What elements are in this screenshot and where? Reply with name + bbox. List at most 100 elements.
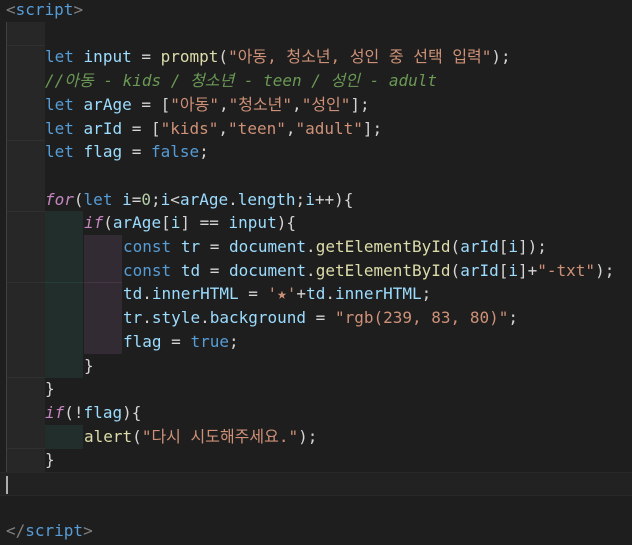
code-token: document: [228, 237, 307, 256]
code-token: document: [228, 260, 307, 280]
indent-guide: [6, 92, 45, 117]
code-token: =: [200, 237, 229, 256]
code-text: <script>: [6, 0, 83, 22]
indent-guide: [6, 400, 45, 425]
code-line[interactable]: }: [0, 448, 632, 473]
code-token: }: [45, 379, 55, 399]
code-token: .: [200, 308, 210, 328]
code-token: background: [209, 308, 307, 328]
code-token: let: [45, 118, 74, 138]
indent-guide: [6, 21, 45, 46]
code-text: if(!flag){: [45, 401, 141, 425]
code-token: ] ==: [180, 213, 229, 233]
code-token: td: [180, 260, 201, 280]
code-token: arAge: [83, 94, 132, 114]
code-token: .: [142, 308, 152, 328]
code-token: ,: [218, 94, 229, 114]
code-token: =: [122, 142, 151, 162]
code-token: ]);: [518, 237, 547, 256]
code-text: if(arAge[i] == input){: [84, 211, 296, 235]
code-token: flag: [83, 142, 123, 162]
code-token: if: [84, 213, 104, 233]
indent-guide: [84, 306, 122, 331]
code-token: let: [83, 189, 113, 209]
code-line[interactable]: let arId = ["kids","teen","adult"];: [0, 116, 632, 141]
code-line[interactable]: if(arAge[i] == input){: [0, 211, 632, 236]
code-line[interactable]: }: [0, 377, 632, 402]
code-token: ;: [421, 284, 432, 304]
code-token: !: [73, 402, 84, 422]
code-token: .: [228, 189, 238, 209]
code-token: );: [595, 260, 615, 280]
code-token: for: [45, 189, 74, 209]
code-line[interactable]: flag = true;: [0, 329, 632, 354]
code-token: script: [15, 0, 74, 19]
code-token: = [: [122, 118, 161, 138]
code-token: innerHTML: [151, 284, 239, 304]
code-token: let: [45, 94, 74, 114]
indent-guide: [6, 377, 45, 402]
code-token: }: [45, 450, 55, 470]
code-text: td.innerHTML = '★'+td.innerHTML;: [123, 282, 431, 306]
code-token: .: [142, 284, 152, 304]
code-token: 0: [141, 189, 152, 209]
code-token: getElementById: [315, 260, 451, 280]
indent-guide: [84, 282, 122, 307]
code-token: script: [25, 521, 84, 541]
code-text: </script>: [6, 519, 93, 543]
code-token: "다시 시도해주세요.": [141, 426, 299, 446]
indent-guide: [6, 45, 45, 70]
indent-guide: [45, 258, 83, 283]
code-token: prompt: [160, 47, 219, 67]
active-line-highlight: [0, 472, 632, 496]
code-token: let: [45, 142, 74, 162]
code-text: for(let i=0;i<arAge.length;i++){: [45, 188, 353, 212]
code-token: ){: [276, 213, 296, 233]
code-line[interactable]: for(let i=0;i<arAge.length;i++){: [0, 187, 632, 212]
indent-guide: [6, 258, 45, 283]
code-token: ];: [350, 94, 370, 114]
code-line[interactable]: let input = prompt("아동, 청소년, 성인 중 선택 입력"…: [0, 45, 632, 70]
code-token: "rgb(239, 83, 80)": [334, 308, 509, 328]
indent-guide: [45, 282, 83, 307]
code-token: (: [73, 189, 84, 209]
code-token: //아동 - kids / 청소년 - teen / 성인 - adult: [45, 71, 438, 91]
code-line[interactable]: [0, 21, 632, 46]
code-token: i: [160, 189, 171, 209]
code-token: ;: [151, 189, 161, 209]
code-token: ;: [228, 331, 239, 351]
indent-guide: [6, 353, 45, 378]
code-text: }: [45, 377, 55, 401]
code-line[interactable]: alert("다시 시도해주세요.");: [0, 424, 632, 449]
code-line[interactable]: //아동 - kids / 청소년 - teen / 성인 - adult: [0, 69, 632, 94]
code-line[interactable]: const td = document.getElementById(arId[…: [0, 258, 632, 283]
code-token: td: [306, 284, 326, 304]
code-token: (: [64, 402, 74, 422]
code-line[interactable]: td.innerHTML = '★'+td.innerHTML;: [0, 282, 632, 307]
code-line[interactable]: <script>: [0, 0, 632, 22]
code-line[interactable]: }: [0, 353, 632, 378]
code-line[interactable]: let arAge = ["아동","청소년","성인"];: [0, 92, 632, 117]
indent-guide: [6, 69, 45, 94]
code-line[interactable]: if(!flag){: [0, 400, 632, 425]
code-text: let input = prompt("아동, 청소년, 성인 중 선택 입력"…: [45, 45, 511, 69]
code-line[interactable]: let flag = false;: [0, 140, 632, 165]
code-token: "청소년": [228, 94, 293, 114]
code-editor[interactable]: <script> let input = prompt("아동, 청소년, 성인 …: [0, 0, 632, 545]
code-line[interactable]: [0, 163, 632, 188]
code-token: );: [491, 47, 511, 67]
code-line[interactable]: const tr = document.getElementById(arId[…: [0, 235, 632, 259]
code-token: );: [298, 426, 318, 446]
code-token: ,: [292, 94, 302, 114]
code-text: tr.style.background = "rgb(239, 83, 80)"…: [123, 306, 518, 330]
code-line[interactable]: </script>: [0, 519, 632, 543]
code-token: i: [508, 237, 518, 256]
code-token: ;: [295, 189, 306, 209]
code-token: arId: [83, 118, 123, 138]
code-token: arAge: [179, 189, 229, 209]
code-line[interactable]: [0, 496, 632, 520]
code-line[interactable]: tr.style.background = "rgb(239, 83, 80)"…: [0, 306, 632, 331]
